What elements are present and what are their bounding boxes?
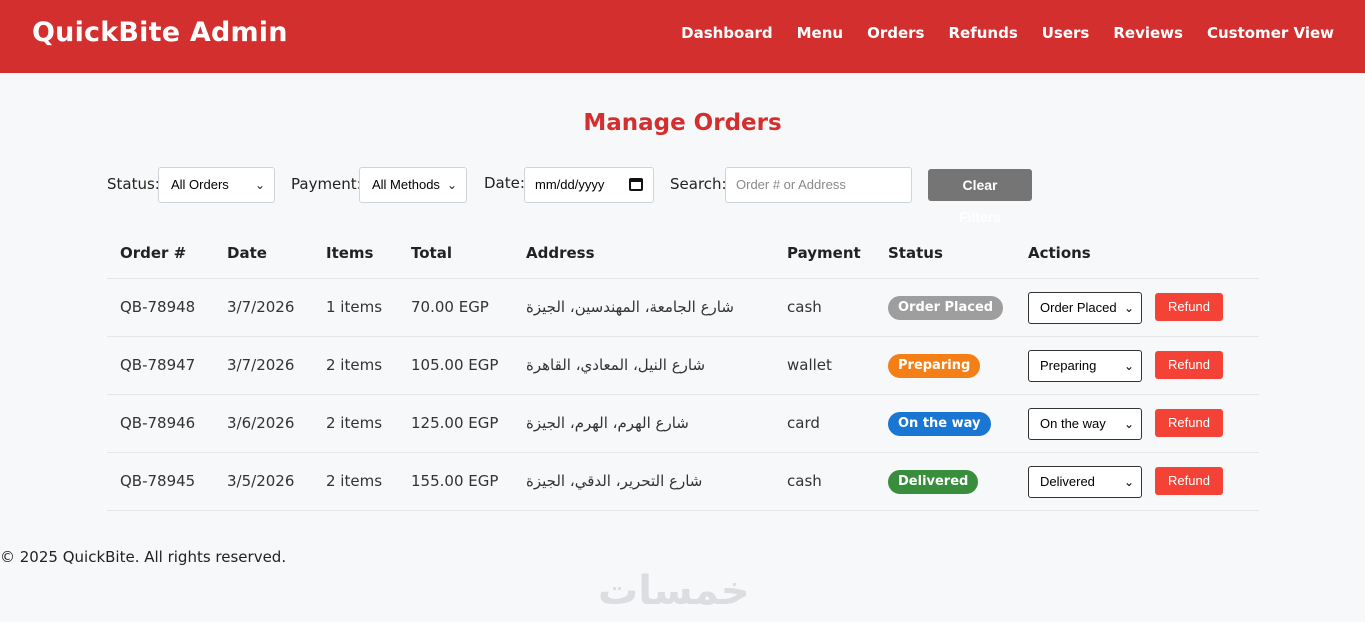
order-address: شارع الهرم، الهرم، الجيزة bbox=[526, 414, 689, 432]
payment-filter-label: Payment: bbox=[291, 175, 362, 193]
order-address: شارع التحرير، الدقي، الجيزة bbox=[526, 472, 703, 490]
search-label: Search: bbox=[670, 175, 727, 193]
order-items: 2 items bbox=[326, 414, 383, 432]
status-select-value: Order Placed bbox=[1040, 300, 1117, 315]
order-payment: cash bbox=[787, 472, 822, 490]
table-row: QB-78947 3/7/2026 2 items 105.00 EGP شار… bbox=[107, 337, 1259, 395]
header-payment: Payment bbox=[787, 244, 861, 262]
date-filter-label: Date: bbox=[484, 174, 525, 192]
chevron-down-icon: ⌄ bbox=[446, 178, 457, 192]
status-filter-value: All Orders bbox=[171, 177, 229, 192]
refund-button[interactable]: Refund bbox=[1155, 351, 1223, 379]
nav-dashboard[interactable]: Dashboard bbox=[681, 24, 772, 42]
header-total: Total bbox=[411, 244, 452, 262]
status-select[interactable]: On the way ⌄ bbox=[1028, 408, 1142, 440]
calendar-icon[interactable] bbox=[629, 178, 643, 191]
search-input[interactable]: Order # or Address bbox=[725, 167, 912, 203]
table-header: Order # Date Items Total Address Payment… bbox=[107, 228, 1259, 279]
order-number: QB-78945 bbox=[120, 472, 196, 490]
page-title: Manage Orders bbox=[583, 110, 782, 136]
order-payment: card bbox=[787, 414, 820, 432]
order-number: QB-78948 bbox=[120, 298, 196, 316]
order-number: QB-78946 bbox=[120, 414, 196, 432]
table-row: QB-78946 3/6/2026 2 items 125.00 EGP شار… bbox=[107, 395, 1259, 453]
refund-button[interactable]: Refund bbox=[1155, 409, 1223, 437]
chevron-down-icon: ⌄ bbox=[1123, 301, 1134, 315]
payment-filter-value: All Methods bbox=[372, 177, 440, 192]
refund-button[interactable]: Refund bbox=[1155, 293, 1223, 321]
chevron-down-icon: ⌄ bbox=[1123, 359, 1134, 373]
nav-orders[interactable]: Orders bbox=[867, 24, 924, 42]
nav-users[interactable]: Users bbox=[1042, 24, 1090, 42]
nav-menu[interactable]: Menu bbox=[797, 24, 843, 42]
order-address: شارع الجامعة، المهندسين، الجيزة bbox=[526, 298, 734, 316]
refund-button[interactable]: Refund bbox=[1155, 467, 1223, 495]
header-actions: Actions bbox=[1028, 244, 1091, 262]
header-address: Address bbox=[526, 244, 595, 262]
status-filter-label: Status: bbox=[107, 175, 160, 193]
brand-title[interactable]: QuickBite Admin bbox=[32, 17, 288, 48]
status-select-value: Preparing bbox=[1040, 358, 1097, 373]
order-date: 3/6/2026 bbox=[227, 414, 295, 432]
status-select-value: Delivered bbox=[1040, 474, 1095, 489]
order-total: 70.00 EGP bbox=[411, 298, 489, 316]
status-select[interactable]: Delivered ⌄ bbox=[1028, 466, 1142, 498]
order-total: 125.00 EGP bbox=[411, 414, 499, 432]
chevron-down-icon: ⌄ bbox=[1123, 417, 1134, 431]
status-filter-select[interactable]: All Orders ⌄ bbox=[158, 167, 275, 203]
order-date: 3/7/2026 bbox=[227, 298, 295, 316]
top-navbar: QuickBite Admin Dashboard Menu Orders Re… bbox=[0, 0, 1365, 73]
order-total: 105.00 EGP bbox=[411, 356, 499, 374]
table-row: QB-78945 3/5/2026 2 items 155.00 EGP شار… bbox=[107, 453, 1259, 511]
order-date: 3/7/2026 bbox=[227, 356, 295, 374]
order-items: 1 items bbox=[326, 298, 383, 316]
status-select-value: On the way bbox=[1040, 416, 1106, 431]
order-address: شارع النيل، المعادي، القاهرة bbox=[526, 356, 706, 374]
header-order: Order # bbox=[120, 244, 187, 262]
order-items: 2 items bbox=[326, 472, 383, 490]
footer-copyright: © 2025 QuickBite. All rights reserved. bbox=[0, 548, 287, 566]
payment-filter-select[interactable]: All Methods ⌄ bbox=[359, 167, 467, 203]
status-select[interactable]: Preparing ⌄ bbox=[1028, 350, 1142, 382]
status-badge: Preparing bbox=[888, 354, 981, 378]
table-row: QB-78948 3/7/2026 1 items 70.00 EGP شارع… bbox=[107, 279, 1259, 337]
date-filter-input[interactable]: mm/dd/yyyy bbox=[524, 167, 654, 203]
order-payment: wallet bbox=[787, 356, 832, 374]
nav-refunds[interactable]: Refunds bbox=[948, 24, 1017, 42]
order-payment: cash bbox=[787, 298, 822, 316]
chevron-down-icon: ⌄ bbox=[254, 178, 265, 192]
nav-customer-view[interactable]: Customer View bbox=[1207, 24, 1334, 42]
status-badge: Order Placed bbox=[888, 296, 1004, 320]
order-date: 3/5/2026 bbox=[227, 472, 295, 490]
chevron-down-icon: ⌄ bbox=[1123, 475, 1134, 489]
status-select[interactable]: Order Placed ⌄ bbox=[1028, 292, 1142, 324]
status-badge: Delivered bbox=[888, 470, 979, 494]
order-total: 155.00 EGP bbox=[411, 472, 499, 490]
header-items: Items bbox=[326, 244, 374, 262]
search-placeholder: Order # or Address bbox=[736, 177, 846, 192]
nav-reviews[interactable]: Reviews bbox=[1113, 24, 1183, 42]
header-date: Date bbox=[227, 244, 267, 262]
date-placeholder: mm/dd/yyyy bbox=[535, 177, 605, 192]
main-nav: Dashboard Menu Orders Refunds Users Revi… bbox=[681, 24, 1334, 42]
order-items: 2 items bbox=[326, 356, 383, 374]
status-badge: On the way bbox=[888, 412, 991, 436]
order-number: QB-78947 bbox=[120, 356, 196, 374]
watermark-logo: خمسات bbox=[598, 568, 750, 614]
header-status: Status bbox=[888, 244, 943, 262]
orders-table: Order # Date Items Total Address Payment… bbox=[107, 228, 1259, 511]
clear-filters-button[interactable]: Clear Filters bbox=[928, 169, 1032, 225]
